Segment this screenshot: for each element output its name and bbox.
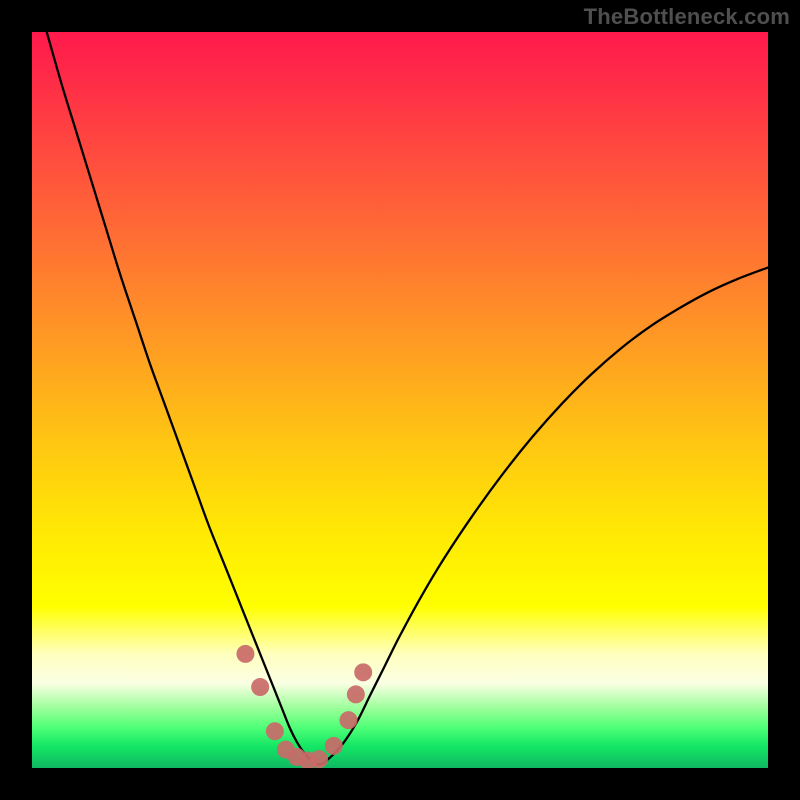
sample-point [251, 678, 269, 696]
sample-point [236, 645, 254, 663]
watermark-text: TheBottleneck.com [584, 4, 790, 30]
curve-layer [32, 32, 768, 768]
bottleneck-curve [47, 32, 768, 764]
chart-frame: TheBottleneck.com [0, 0, 800, 800]
sample-points [236, 645, 372, 768]
sample-point [310, 750, 328, 768]
sample-point [354, 663, 372, 681]
sample-point [347, 685, 365, 703]
sample-point [325, 737, 343, 755]
sample-point [339, 711, 357, 729]
plot-area [32, 32, 768, 768]
sample-point [266, 722, 284, 740]
